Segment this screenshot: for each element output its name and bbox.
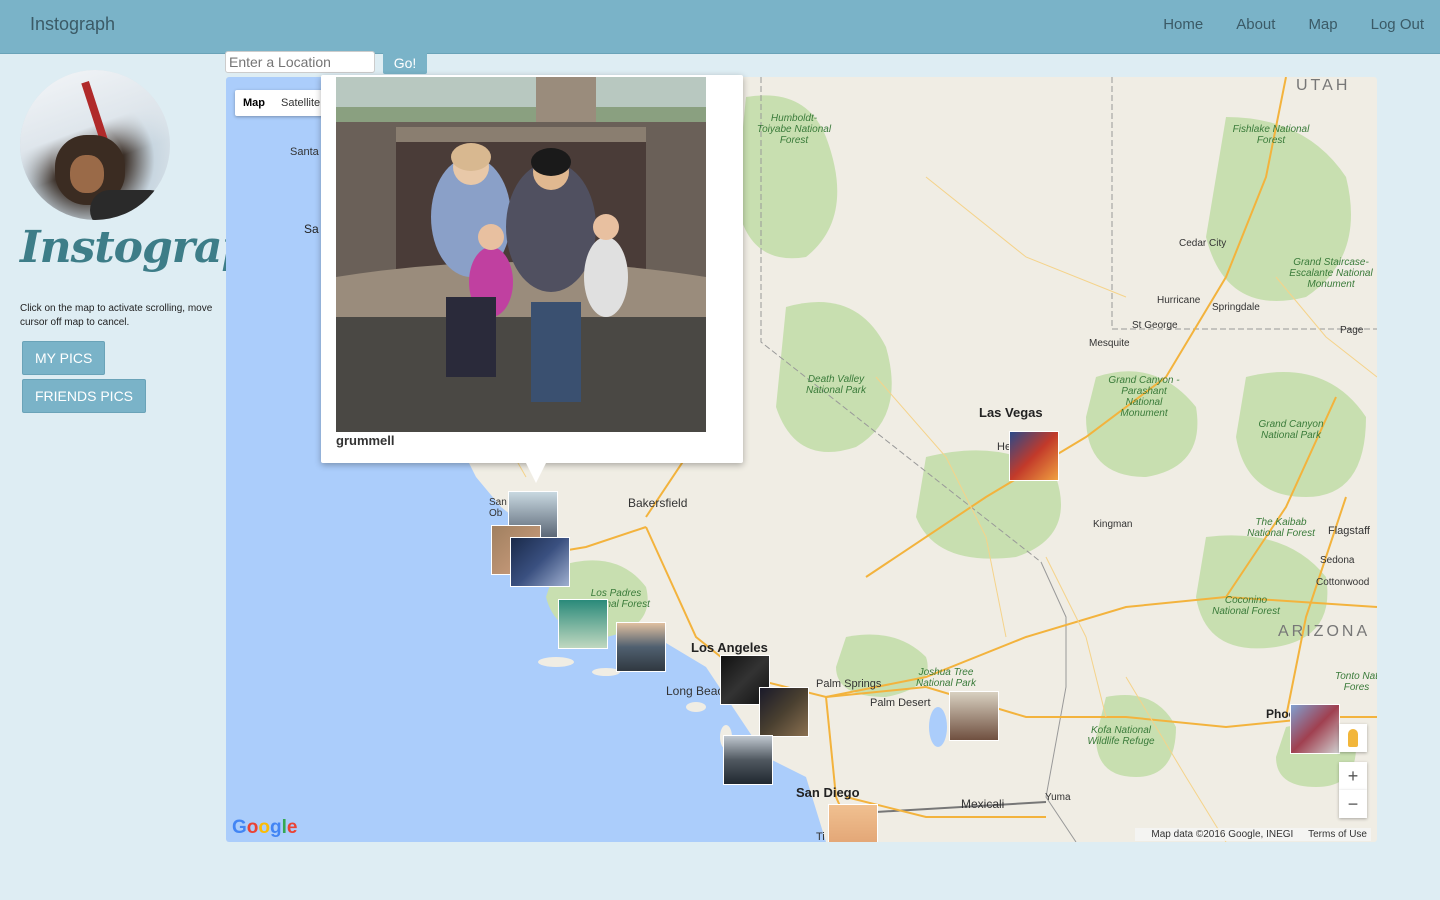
place-page: Page (1340, 325, 1364, 336)
place-sa: Sa (304, 222, 319, 236)
photo-image (336, 77, 706, 432)
photo-marker[interactable] (616, 622, 666, 672)
location-search-input[interactable] (225, 51, 375, 73)
place-bakersfield: Bakersfield (628, 496, 688, 510)
park-humboldt: Humboldt-Toiyabe National Forest (756, 113, 832, 146)
park-fishlake: Fishlake National Forest (1232, 124, 1310, 146)
photo-marker[interactable] (510, 537, 570, 587)
place-st-george: St George (1132, 320, 1178, 331)
terms-link[interactable]: Terms of Use (1308, 829, 1367, 840)
place-santa: Santa (290, 146, 319, 158)
zoom-out-button[interactable]: − (1339, 790, 1367, 818)
infowindow-photo (336, 77, 706, 432)
map-hint-text: Click on the map to activate scrolling, … (20, 303, 213, 328)
nav-home[interactable]: Home (1163, 16, 1203, 33)
park-joshua-tree: Joshua Tree National Park (915, 667, 977, 689)
google-logo: Google (232, 817, 298, 838)
place-hurricane: Hurricane (1157, 295, 1201, 306)
place-palm-desert: Palm Desert (870, 697, 931, 709)
place-springdale: Springdale (1212, 302, 1260, 313)
map-type-map[interactable]: Map (235, 90, 273, 116)
friends-pics-button[interactable]: FRIENDS PICS (22, 379, 147, 413)
place-kingman: Kingman (1093, 519, 1133, 530)
park-grand-canyon: Grand Canyon National Park (1258, 419, 1324, 441)
map-attribution: Map data ©2016 Google, INEGI Terms of Us… (1135, 828, 1371, 841)
park-death-valley: Death Valley National Park (805, 374, 867, 396)
place-mesquite: Mesquite (1089, 338, 1130, 349)
nav-logout[interactable]: Log Out (1371, 16, 1424, 33)
place-san-obispo: San Ob (489, 497, 507, 519)
avatar (20, 70, 170, 220)
attribution-text: Map data ©2016 Google, INEGI (1151, 829, 1294, 840)
photo-marker[interactable] (949, 691, 999, 741)
my-pics-button[interactable]: MY PICS (22, 341, 106, 375)
place-los-angeles: Los Angeles (691, 640, 768, 655)
infowindow-tail (526, 463, 546, 483)
nav-links: Home About Map Log Out (1130, 16, 1424, 33)
brand-link[interactable]: Instograph (30, 14, 115, 35)
zoom-in-button[interactable]: + (1339, 762, 1367, 790)
photo-marker[interactable] (723, 735, 773, 785)
park-grand-staircase: Grand Staircase-Escalante National Monum… (1289, 257, 1373, 290)
photo-marker[interactable] (558, 599, 608, 649)
place-cottonwood: Cottonwood (1316, 577, 1370, 588)
park-kofa: Kofa National Wildlife Refuge (1087, 725, 1155, 747)
nav-map[interactable]: Map (1308, 16, 1337, 33)
place-yuma: Yuma (1045, 792, 1071, 803)
photo-marker[interactable] (828, 804, 878, 842)
place-san-diego: San Diego (796, 785, 860, 800)
place-ti: Ti (816, 831, 825, 842)
go-button[interactable]: Go! (383, 52, 427, 74)
place-sedona: Sedona (1320, 555, 1355, 566)
photo-marker[interactable] (1009, 431, 1059, 481)
park-tonto: Tonto Nat Fores (1335, 671, 1377, 693)
map-type-satellite[interactable]: Satellite (273, 90, 328, 116)
place-mexicali: Mexicali (961, 797, 1005, 811)
place-cedar-city: Cedar City (1179, 238, 1227, 249)
top-navbar: Instograph Home About Map Log Out (0, 0, 1440, 54)
map-type-control: Map Satellite (235, 90, 329, 116)
park-coconino: Coconino National Forest (1212, 595, 1280, 617)
photo-username[interactable]: grummell (336, 433, 395, 448)
street-view-pegman-icon[interactable] (1339, 724, 1367, 752)
photo-marker[interactable] (1290, 704, 1340, 754)
photo-infowindow: grummell (321, 75, 743, 483)
park-parashant: Grand Canyon - Parashant National Monume… (1108, 375, 1180, 419)
state-label-arizona: ARIZONA (1278, 623, 1371, 640)
photo-marker[interactable] (759, 687, 809, 737)
park-kaibab: The Kaibab National Forest (1247, 517, 1315, 539)
state-label-utah: UTAH (1296, 77, 1351, 94)
place-las-vegas: Las Vegas (979, 405, 1043, 420)
place-flagstaff: Flagstaff (1328, 525, 1370, 537)
place-palm-springs: Palm Springs (816, 678, 882, 690)
nav-about[interactable]: About (1236, 16, 1275, 33)
